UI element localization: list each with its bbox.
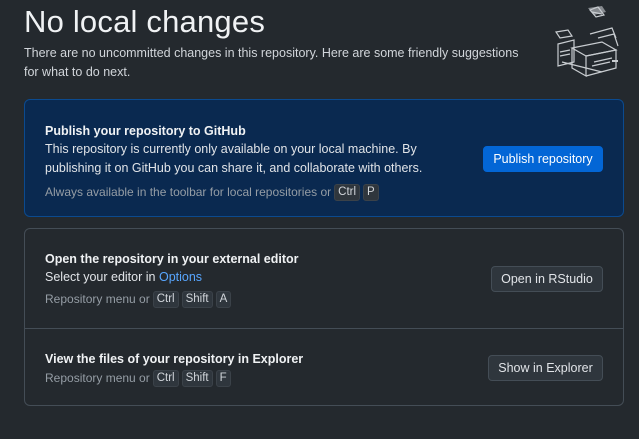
kbd-ctrl: Ctrl [334,183,361,201]
show-in-explorer-button[interactable]: Show in Explorer [488,355,603,381]
explorer-row: View the files of your repository in Exp… [25,329,623,406]
empty-state-illustration [554,6,619,78]
publish-repository-button[interactable]: Publish repository [483,146,603,172]
explorer-title: View the files of your repository in Exp… [45,352,304,366]
kbd-f: F [215,369,231,387]
editor-description-text: Select your editor in [45,270,156,284]
kbd-ctrl: Ctrl [152,290,179,308]
kbd-shift: Shift [181,369,213,387]
options-link[interactable]: Options [159,270,202,284]
page-subtitle: There are no uncommitted changes in this… [24,46,519,79]
editor-description: Select your editor in Options [45,268,465,287]
publish-title: Publish your repository to GitHub [45,124,246,138]
editor-row: Open the repository in your external edi… [25,229,623,329]
header: No local changes There are no uncommitte… [24,2,544,82]
editor-hint: Repository menu or Ctrl Shift A [45,289,465,309]
kbd-a: A [215,290,232,308]
publish-hint-text: Always available in the toolbar for loca… [45,185,332,199]
suggestions-card: Open the repository in your external edi… [24,228,624,406]
editor-title: Open the repository in your external edi… [45,252,299,266]
kbd-ctrl: Ctrl [152,369,179,387]
kbd-p: P [363,183,379,201]
publish-description: This repository is currently only availa… [45,142,423,175]
page-title: No local changes [24,4,266,39]
editor-hint-text: Repository menu or [45,292,150,306]
publish-card: Publish your repository to GitHub This r… [24,99,624,217]
publish-hint: Always available in the toolbar for loca… [45,182,445,202]
open-in-rstudio-button[interactable]: Open in RStudio [491,266,603,292]
kbd-shift: Shift [181,290,213,308]
explorer-hint: Repository menu or Ctrl Shift F [45,368,465,388]
explorer-hint-text: Repository menu or [45,371,150,385]
